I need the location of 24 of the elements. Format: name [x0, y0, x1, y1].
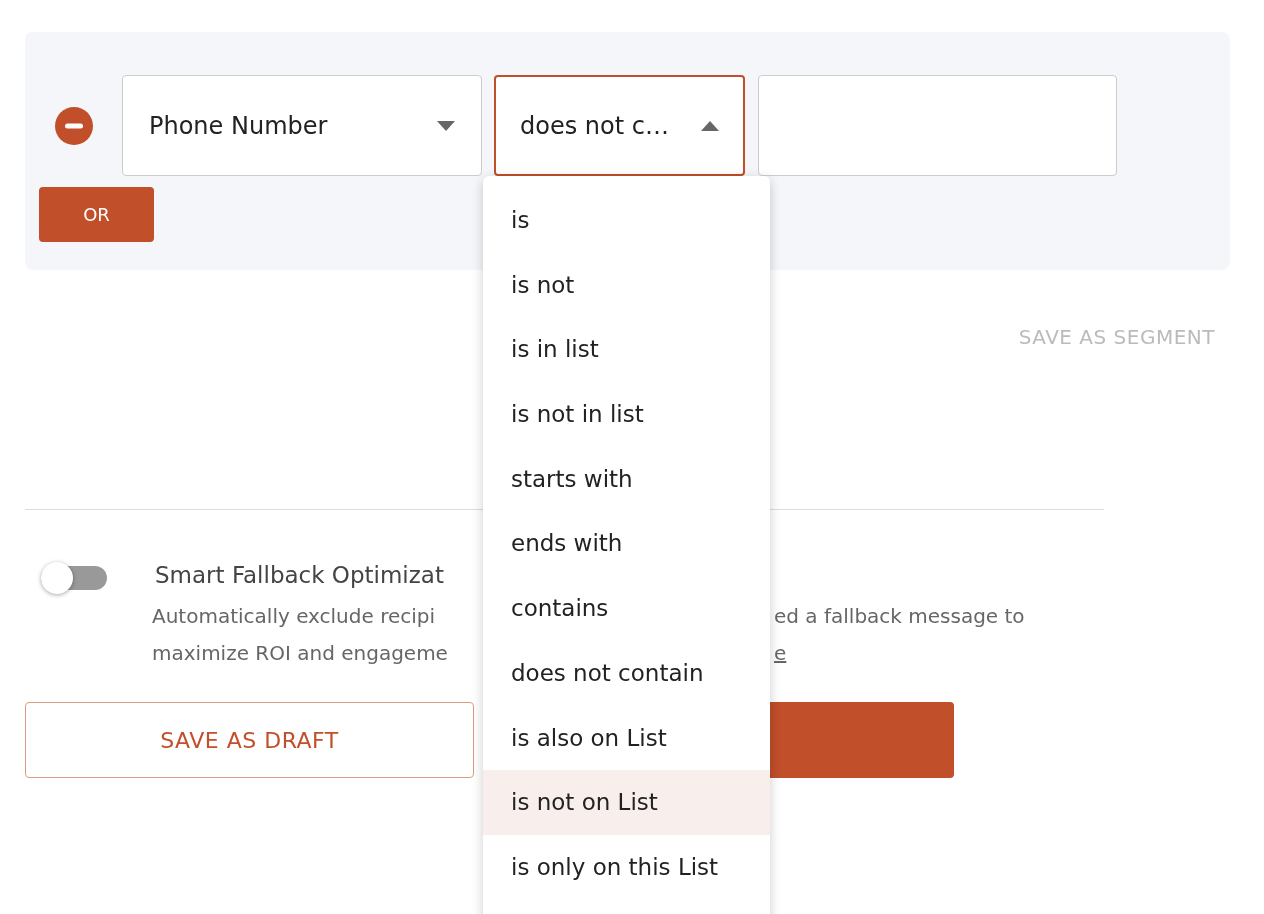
or-button[interactable]: OR [39, 187, 154, 242]
dropdown-option[interactable]: is also on List [483, 705, 770, 771]
save-as-draft-button[interactable]: SAVE AS DRAFT [25, 702, 474, 778]
caret-icon [701, 120, 719, 131]
dropdown-option[interactable]: ends with [483, 511, 770, 577]
dropdown-option[interactable]: is only on this List [483, 834, 770, 900]
setting-title: Smart Fallback Optimizat [155, 562, 445, 590]
dropdown-option[interactable]: is not in list [483, 382, 770, 447]
description-text: maximize ROI and engageme [152, 640, 449, 667]
dropdown-option[interactable]: is not [483, 252, 770, 318]
value-input[interactable] [758, 75, 1117, 176]
dropdown-option[interactable]: contains [483, 576, 770, 641]
dropdown-option[interactable]: is in list [483, 317, 770, 383]
dropdown-option[interactable]: does not contain [483, 640, 770, 706]
dropdown-option[interactable]: starts with [483, 446, 770, 512]
description-text: ed a fallback message to [774, 603, 1025, 630]
dropdown-option[interactable]: is not on List [483, 770, 770, 835]
dropdown-option[interactable]: is [483, 188, 770, 253]
description-text: Automatically exclude recipi [152, 603, 437, 630]
remove-icon[interactable] [55, 106, 93, 145]
operator-select[interactable]: does not c… [494, 75, 745, 176]
field-select[interactable]: Phone Number [122, 75, 482, 176]
caret-icon [437, 120, 455, 131]
learn-link[interactable]: e [774, 641, 787, 665]
